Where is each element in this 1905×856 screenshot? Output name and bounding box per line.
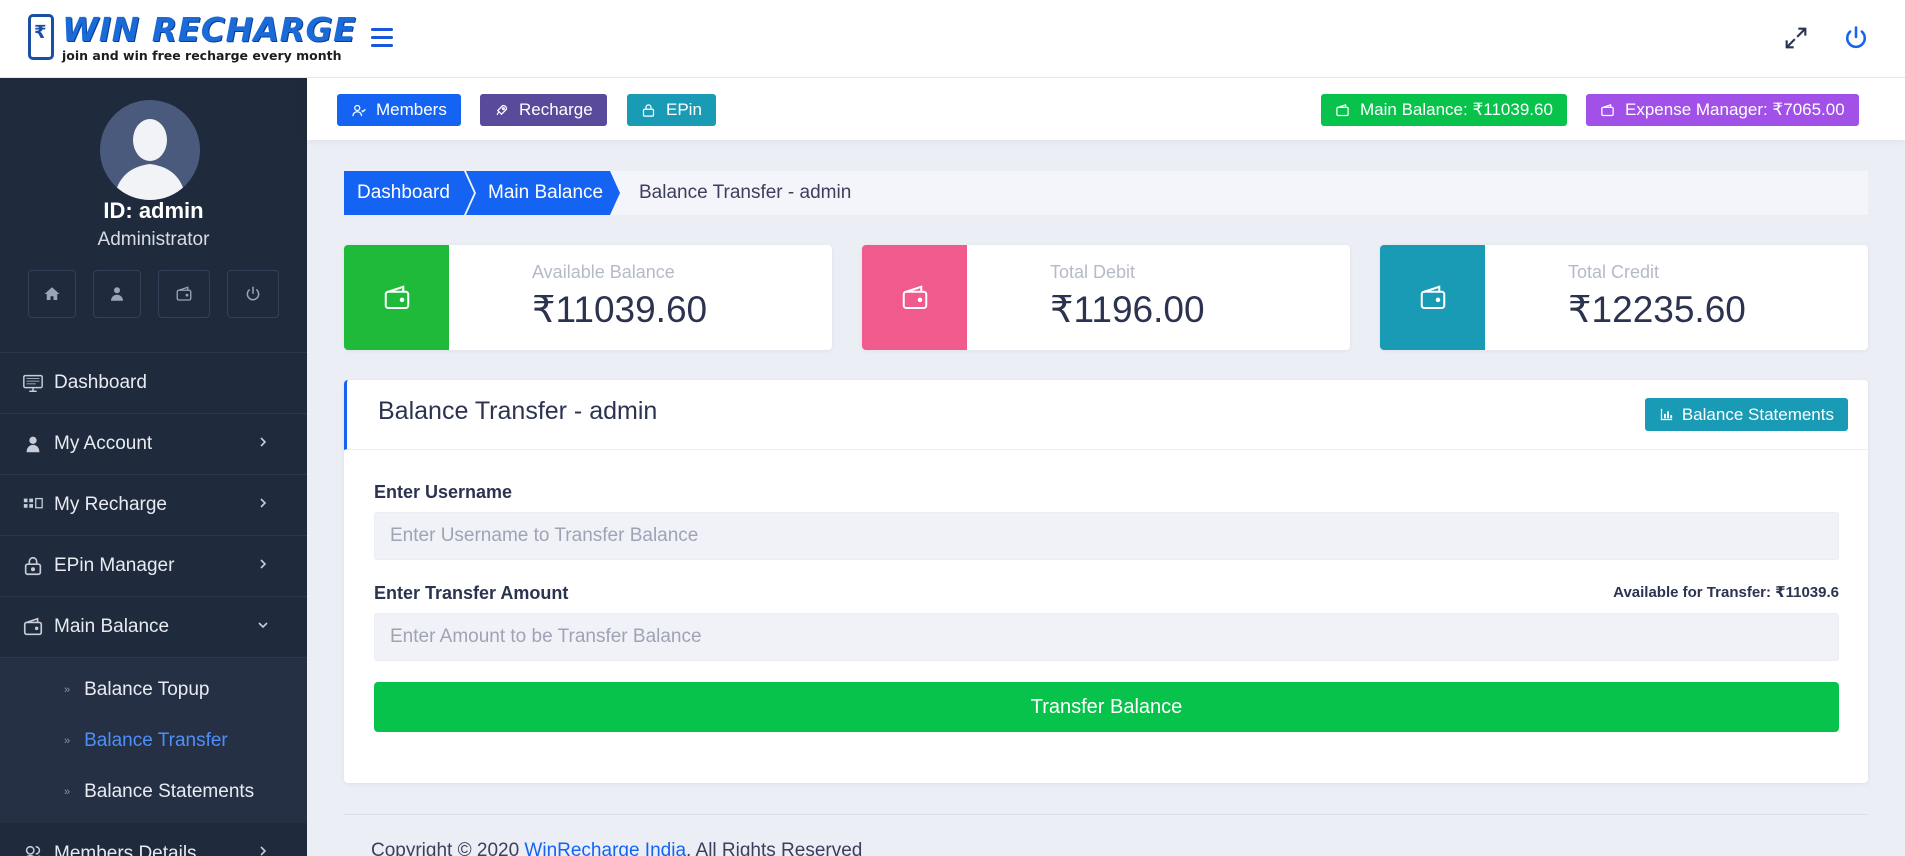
avatar[interactable] <box>100 100 200 200</box>
chevron-right-icon <box>260 559 267 569</box>
total-credit-card: Total Credit ₹12235.60 <box>1380 245 1868 350</box>
action-bar: Members Recharge EPin Main Balance: ₹110… <box>307 78 1905 140</box>
rocket-icon <box>496 104 508 115</box>
top-header: ₹ WIN RECHARGE join and win free recharg… <box>0 0 1905 78</box>
chevron-right-icon <box>260 437 267 447</box>
users-icon <box>352 104 366 116</box>
brand-title: WIN RECHARGE <box>62 10 357 49</box>
panel-title: Balance Transfer - admin <box>378 397 658 425</box>
sidebar-item-label: Main Balance <box>54 616 170 637</box>
sidebar-item-label: My Recharge <box>54 494 167 515</box>
chevron-right-icon <box>260 498 267 508</box>
phone-logo-icon: ₹ <box>28 14 54 60</box>
balance-transfer-panel: Balance Transfer - admin Balance Stateme… <box>344 380 1868 783</box>
breadcrumb: Dashboard Main Balance Balance Transfer … <box>344 171 1868 215</box>
power-icon[interactable] <box>227 270 279 318</box>
amount-label: Enter Transfer Amount <box>374 583 569 603</box>
user-icon[interactable] <box>93 270 141 318</box>
double-chevron-icon: » <box>64 785 71 798</box>
panel-header: Balance Transfer - admin Balance Stateme… <box>344 380 1868 450</box>
sidebar-item-my-account[interactable]: My Account <box>0 414 307 475</box>
card-label: Available Balance <box>532 262 675 282</box>
users-icon <box>22 843 44 856</box>
home-icon[interactable] <box>28 270 76 318</box>
members-button[interactable]: Members <box>337 94 461 126</box>
wallet-icon[interactable] <box>158 270 210 318</box>
sidebar-nav: Dashboard My Account My Recharge EPin Ma… <box>0 353 307 856</box>
sidebar-item-label: Dashboard <box>54 372 147 393</box>
card-value: ₹11039.60 <box>532 289 708 330</box>
breadcrumb-main-balance[interactable]: Main Balance <box>466 171 620 215</box>
wallet-icon <box>1380 245 1485 350</box>
power-icon[interactable] <box>1842 24 1870 52</box>
sidebar-item-label: My Account <box>54 433 153 454</box>
username-input[interactable] <box>374 512 1839 560</box>
total-debit-card: Total Debit ₹1196.00 <box>862 245 1350 350</box>
brand-tagline: join and win free recharge every month <box>62 48 342 63</box>
card-value: ₹12235.60 <box>1568 289 1746 330</box>
brand-logo[interactable]: ₹ WIN RECHARGE join and win free recharg… <box>28 10 357 63</box>
wallet-icon <box>344 245 449 350</box>
grid-icon <box>22 494 44 516</box>
recharge-button[interactable]: Recharge <box>480 94 607 126</box>
balance-statements-button[interactable]: Balance Statements <box>1644 398 1848 431</box>
epin-button[interactable]: EPin <box>627 94 716 126</box>
menu-icon[interactable] <box>371 28 393 48</box>
card-value: ₹1196.00 <box>1050 289 1205 330</box>
username-label: Enter Username <box>374 482 513 502</box>
sidebar-subitem-label: Balance Topup <box>84 678 210 700</box>
double-chevron-icon: » <box>64 734 71 747</box>
lock-icon <box>642 103 655 117</box>
card-label: Total Debit <box>1050 262 1136 282</box>
available-balance-card: Available Balance ₹11039.60 <box>344 245 832 350</box>
quick-icons <box>28 270 279 318</box>
wallet-icon <box>862 245 967 350</box>
sidebar-subitem-label: Balance Transfer <box>84 729 228 751</box>
double-chevron-icon: » <box>64 683 71 696</box>
user-id: ID: admin <box>103 198 204 223</box>
footer-divider <box>344 814 1868 815</box>
sidebar-item-main-balance[interactable]: Main Balance <box>0 597 307 658</box>
bar-chart-icon <box>1660 408 1672 421</box>
sidebar-subitem-label: Balance Statements <box>84 780 255 802</box>
fullscreen-icon[interactable] <box>1782 24 1810 52</box>
sidebar-item-my-recharge[interactable]: My Recharge <box>0 475 307 536</box>
sidebar-item-members-details[interactable]: Members Details <box>0 823 307 856</box>
main-balance-submenu: » Balance Topup » Balance Transfer » Bal… <box>0 658 307 823</box>
breadcrumb-current: Balance Transfer - admin <box>639 182 852 203</box>
footer-link[interactable]: WinRecharge India <box>524 840 686 856</box>
amount-input[interactable] <box>374 613 1839 661</box>
wallet-icon <box>22 616 44 638</box>
chevron-down-icon <box>258 622 268 629</box>
transfer-balance-button[interactable]: Transfer Balance <box>374 682 1839 732</box>
breadcrumb-dashboard[interactable]: Dashboard <box>344 171 474 215</box>
monitor-icon <box>22 372 44 394</box>
wallet-icon <box>1601 103 1614 116</box>
sidebar-item-dashboard[interactable]: Dashboard <box>0 353 307 414</box>
sidebar-item-label: Members Details <box>54 842 197 856</box>
sidebar: ID: admin Administrator Dashboard My Acc… <box>0 78 307 856</box>
card-label: Total Credit <box>1568 262 1660 282</box>
lock-icon <box>22 555 44 577</box>
wallet-icon <box>1336 103 1349 116</box>
sidebar-subitem-balance-transfer[interactable]: » Balance Transfer <box>0 715 307 766</box>
sidebar-item-epin-manager[interactable]: EPin Manager <box>0 536 307 597</box>
sidebar-item-label: EPin Manager <box>54 555 175 576</box>
chevron-right-icon <box>260 846 267 856</box>
available-for-transfer: Available for Transfer: ₹11039.6 <box>1613 584 1839 601</box>
sidebar-subitem-balance-statements[interactable]: » Balance Statements <box>0 766 307 817</box>
expense-manager-button[interactable]: Expense Manager: ₹7065.00 <box>1586 94 1859 126</box>
footer: Copyright © 2020 WinRecharge India. All … <box>371 840 862 856</box>
user-icon <box>22 433 44 455</box>
main-balance-button[interactable]: Main Balance: ₹11039.60 <box>1321 94 1567 126</box>
sidebar-subitem-balance-topup[interactable]: » Balance Topup <box>0 664 307 715</box>
user-role: Administrator <box>97 229 210 250</box>
